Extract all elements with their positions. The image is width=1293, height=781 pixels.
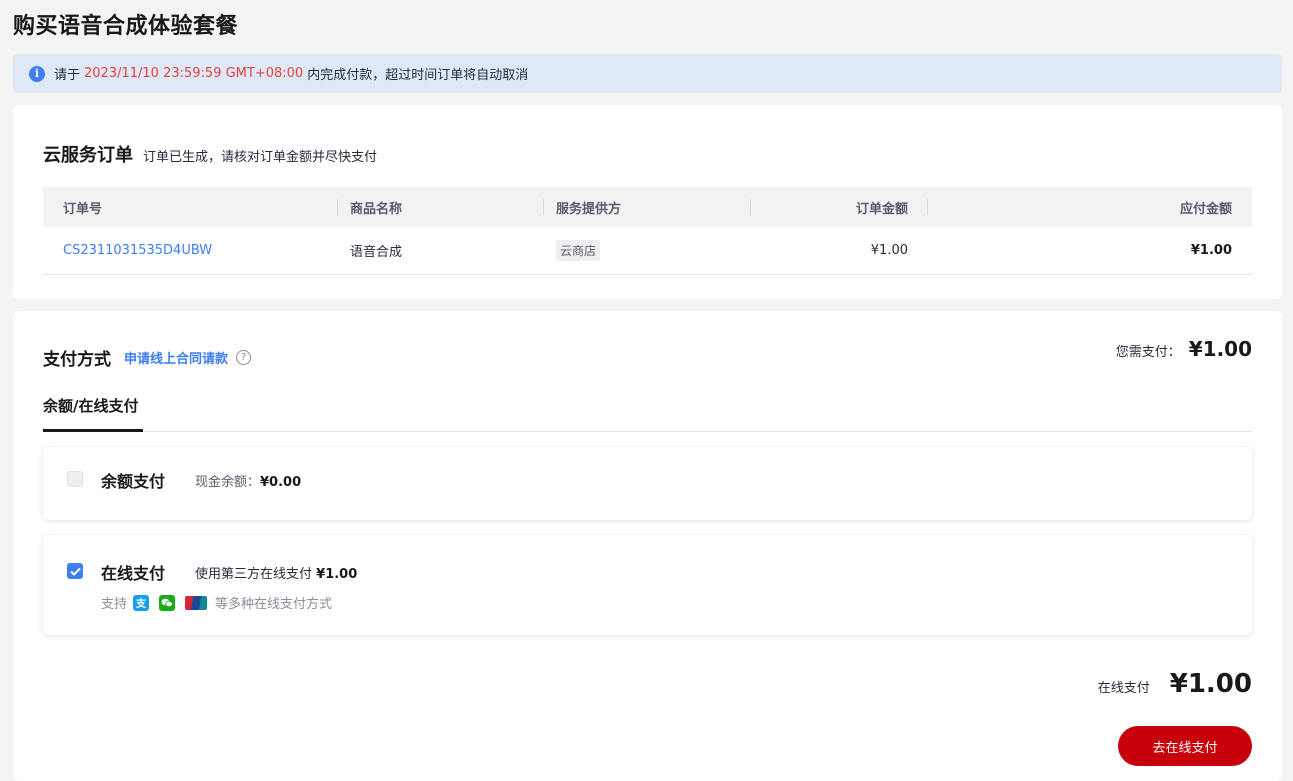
unionpay-icon xyxy=(185,595,208,610)
support-suffix: 等多种在线支付方式 xyxy=(215,597,333,612)
wechat-pay-icon xyxy=(159,594,176,611)
info-icon: i xyxy=(29,65,45,82)
online-payment-option[interactable]: 在线支付 使用第三方在线支付 ¥1.00 支持 支 等多种在线支付方式 xyxy=(43,535,1252,635)
order-number-link[interactable]: CS2311031535D4UBW xyxy=(63,243,212,258)
payment-deadline-notice: i 请于 2023/11/10 23:59:59 GMT+08:00 内完成付款… xyxy=(13,54,1282,93)
cash-balance-value: ¥0.00 xyxy=(260,475,302,490)
col-vendor: 服务提供方 xyxy=(556,201,622,217)
notice-deadline: 2023/11/10 23:59:59 GMT+08:00 xyxy=(84,66,304,81)
notice-prefix: 请于 xyxy=(54,68,81,83)
total-label: 在线支付 xyxy=(1097,681,1150,696)
column-divider xyxy=(927,199,928,215)
cash-balance-label: 现金余额： xyxy=(195,475,261,490)
column-divider xyxy=(543,199,544,215)
balance-title: 余额支付 xyxy=(101,472,166,491)
balance-checkbox[interactable] xyxy=(67,471,83,487)
online-title: 在线支付 xyxy=(101,564,166,583)
support-label: 支持 xyxy=(101,597,128,612)
product-name: 语音合成 xyxy=(350,245,403,260)
order-amount: ¥1.00 xyxy=(870,243,908,258)
go-online-pay-button[interactable]: 去在线支付 xyxy=(1118,726,1252,766)
col-payable: 应付金额 xyxy=(1179,201,1232,217)
total-amount: ¥1.00 xyxy=(1169,669,1252,699)
need-pay-amount: ¥1.00 xyxy=(1188,337,1252,361)
online-desc-amount: ¥1.00 xyxy=(316,567,358,582)
online-desc-text: 使用第三方在线支付 xyxy=(195,567,313,582)
payable-amount: ¥1.00 xyxy=(1190,243,1232,258)
table-row: CS2311031535D4UBW 语音合成 云商店 ¥1.00 ¥1.00 xyxy=(43,227,1252,275)
col-product: 商品名称 xyxy=(350,201,403,217)
order-title: 云服务订单 xyxy=(43,145,133,166)
tab-balance-online[interactable]: 余额/在线支付 xyxy=(43,395,143,432)
online-pay-total: 在线支付 ¥1.00 xyxy=(1098,669,1252,699)
col-order-no: 订单号 xyxy=(63,201,103,217)
page-title: 购买语音合成体验套餐 xyxy=(13,14,239,39)
order-subtitle: 订单已生成，请核对订单金额并尽快支付 xyxy=(143,150,378,165)
balance-payment-option[interactable]: 余额支付 现金余额：¥0.00 xyxy=(43,447,1252,520)
column-divider xyxy=(337,199,338,215)
check-icon xyxy=(69,567,81,576)
contract-request-link[interactable]: 申请线上合同请款 xyxy=(124,348,228,367)
need-pay-label: 您需支付： xyxy=(1115,345,1181,360)
online-desc: 使用第三方在线支付 ¥1.00 xyxy=(195,563,357,582)
payment-tabs: 余额/在线支付 xyxy=(43,391,1252,432)
col-amount: 订单金额 xyxy=(855,201,908,217)
cash-balance: 现金余额：¥0.00 xyxy=(195,471,301,490)
vendor-tag: 云商店 xyxy=(556,240,601,261)
column-divider xyxy=(750,199,751,215)
need-pay-summary: 您需支付： ¥1.00 xyxy=(1116,337,1252,361)
order-table-header: 订单号 商品名称 服务提供方 订单金额 应付金额 xyxy=(43,187,1252,227)
online-checkbox[interactable] xyxy=(67,563,83,579)
question-icon[interactable]: ? xyxy=(236,350,252,365)
supported-methods: 支持 支 等多种在线支付方式 xyxy=(101,593,332,612)
payment-title: 支付方式 xyxy=(43,350,111,370)
alipay-icon: 支 xyxy=(133,594,150,611)
notice-suffix: 内完成付款，超过时间订单将自动取消 xyxy=(307,68,529,83)
payment-card: 支付方式 申请线上合同请款 ? 您需支付： ¥1.00 余额/在线支付 余额支付… xyxy=(13,311,1282,781)
order-table: 订单号 商品名称 服务提供方 订单金额 应付金额 CS2311031535D4U… xyxy=(43,187,1252,275)
order-card: 云服务订单 订单已生成，请核对订单金额并尽快支付 订单号 商品名称 服务提供方 … xyxy=(13,105,1282,299)
